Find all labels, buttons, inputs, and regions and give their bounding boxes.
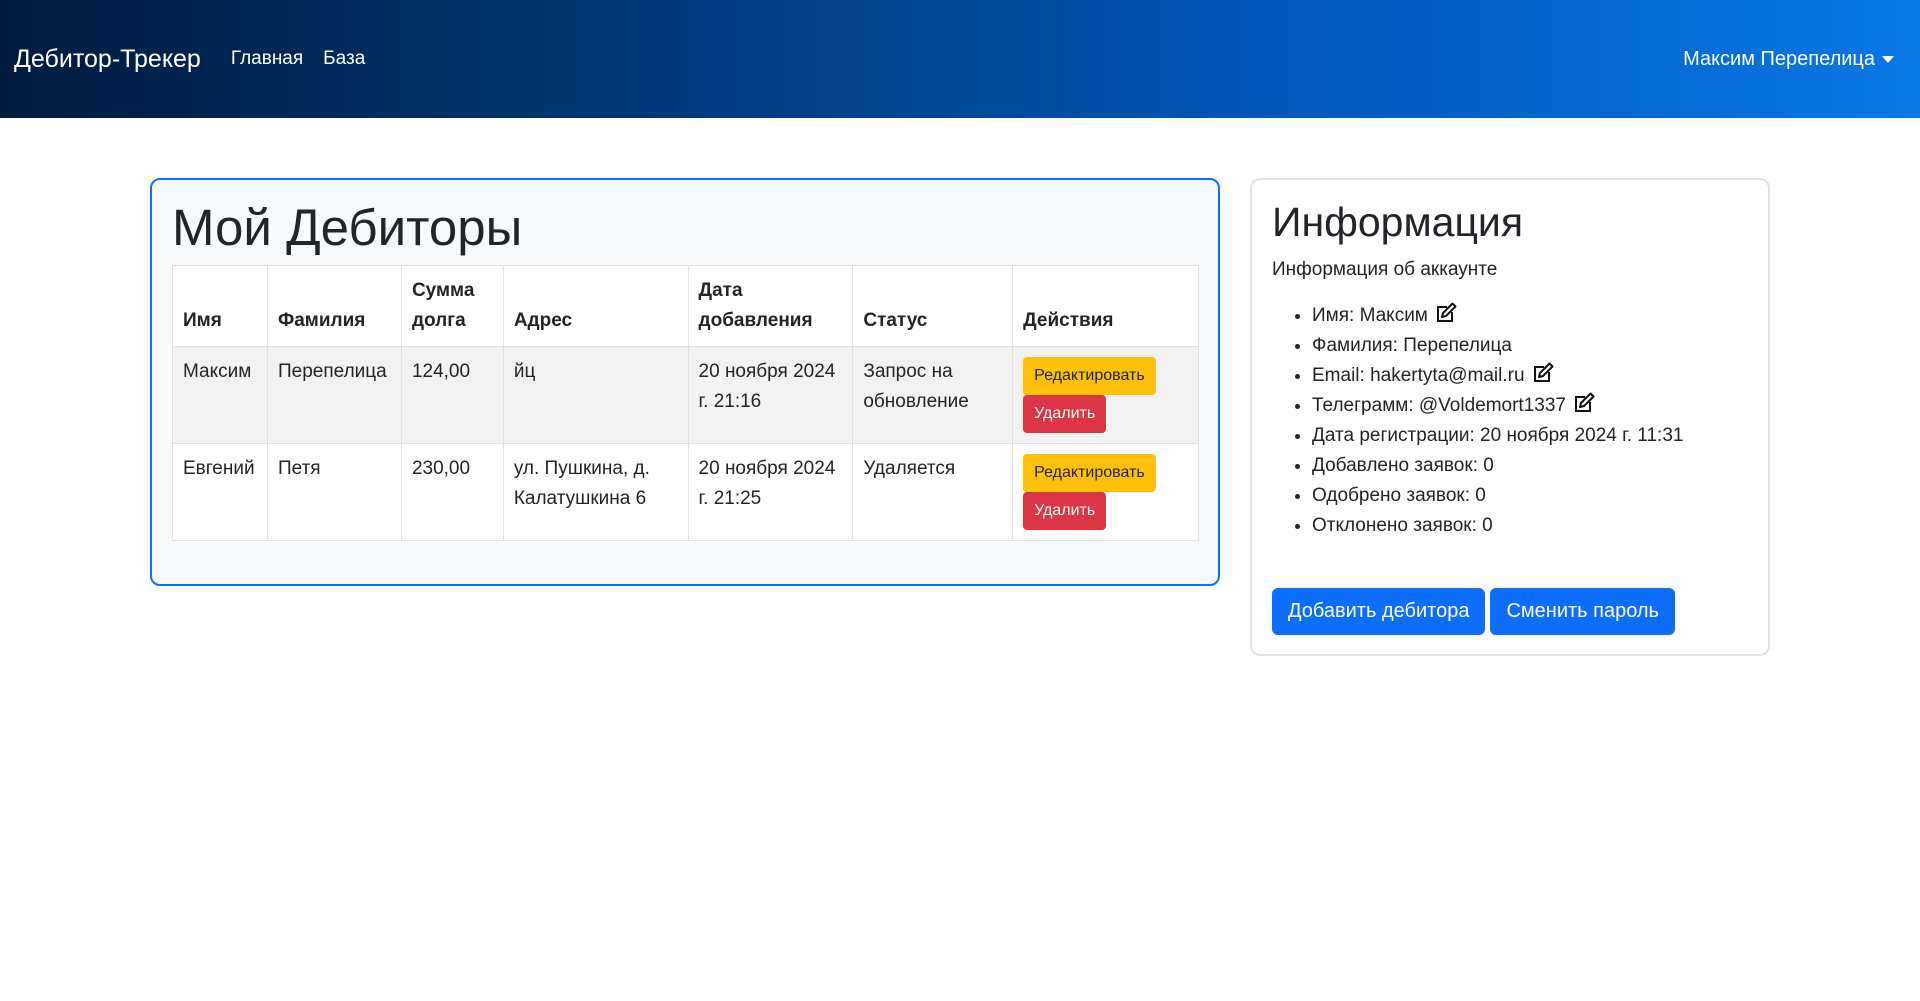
cell-actions: Редактировать Удалить: [1012, 443, 1199, 541]
list-item: Телеграмм: @Voldemort1337: [1312, 391, 1748, 421]
info-rejected-count: Отклонено заявок: 0: [1312, 515, 1493, 536]
cell-first-name: Евгений: [172, 443, 268, 541]
cell-last-name: Перепелица: [266, 346, 402, 444]
cell-amount: 230,00: [400, 443, 504, 541]
info-approved-count: Одобрено заявок: 0: [1312, 485, 1486, 506]
info-last-name: Фамилия: Перепелица: [1312, 335, 1512, 356]
caret-down-icon: [1882, 55, 1894, 63]
cell-amount: 124,00: [400, 346, 504, 444]
info-card: Информация Информация об аккаунте Имя: М…: [1250, 178, 1770, 656]
info-title: Информация: [1272, 199, 1524, 245]
debtors-card: Мой Дебиторы Имя Фамилия Сумма долга Адр…: [150, 178, 1220, 586]
table-header-row: Имя Фамилия Сумма долга Адрес Дата добав…: [172, 265, 1199, 347]
cell-first-name: Максим: [172, 346, 268, 444]
column-header-last-name: Фамилия: [266, 265, 402, 347]
table-row: Евгений Петя 230,00 ул. Пушкина, д. Кала…: [172, 443, 1199, 541]
list-item: Фамилия: Перепелица: [1312, 331, 1748, 361]
column-header-date: Дата добавления: [687, 265, 854, 347]
navbar: Дебитор-Трекер Главная База Максим Переп…: [0, 0, 1920, 118]
cell-actions: Редактировать Удалить: [1012, 346, 1199, 444]
column-header-address: Адрес: [502, 265, 689, 347]
cell-last-name: Петя: [266, 443, 402, 541]
delete-button[interactable]: Удалить: [1023, 395, 1107, 433]
cell-status: Удаляется: [852, 443, 1014, 541]
edit-icon[interactable]: [1531, 361, 1555, 385]
table-row: Максим Перепелица 124,00 йц 20 ноября 20…: [172, 346, 1199, 444]
column-header-status: Статус: [852, 265, 1014, 347]
cell-status: Запрос на обновление: [852, 346, 1014, 444]
info-telegram: Телеграмм: @Voldemort1337: [1312, 395, 1566, 416]
column-header-amount: Сумма долга: [400, 265, 504, 347]
account-info-list: Имя: Максим Фамилия: Перепелица Email: h…: [1272, 301, 1748, 541]
add-debtor-button[interactable]: Добавить дебитора: [1272, 588, 1486, 635]
info-buttons: Добавить дебитора Сменить пароль: [1272, 588, 1675, 635]
brand-link[interactable]: Дебитор-Трекер: [14, 45, 201, 74]
debtors-title: Мой Дебиторы: [172, 199, 523, 256]
list-item: Имя: Максим: [1312, 301, 1748, 331]
info-added-count: Добавлено заявок: 0: [1312, 455, 1494, 476]
debtors-table: Имя Фамилия Сумма долга Адрес Дата добав…: [172, 265, 1199, 541]
change-password-button[interactable]: Сменить пароль: [1490, 588, 1675, 635]
info-subtitle: Информация об аккаунте: [1272, 259, 1498, 280]
nav-link-base[interactable]: База: [323, 48, 365, 70]
edit-icon[interactable]: [1572, 391, 1596, 415]
nav-link-home[interactable]: Главная: [231, 48, 303, 70]
info-email: Email: hakertyta@mail.ru: [1312, 365, 1525, 386]
delete-button[interactable]: Удалить: [1023, 492, 1107, 530]
edit-icon[interactable]: [1434, 301, 1458, 325]
edit-button[interactable]: Редактировать: [1023, 357, 1156, 395]
edit-button[interactable]: Редактировать: [1023, 454, 1156, 492]
info-first-name: Имя: Максим: [1312, 305, 1428, 326]
list-item: Одобрено заявок: 0: [1312, 481, 1748, 511]
list-item: Email: hakertyta@mail.ru: [1312, 361, 1748, 391]
column-header-actions: Действия: [1012, 265, 1199, 347]
cell-date: 20 ноября 2024 г. 21:25: [687, 443, 854, 541]
user-name: Максим Перепелица: [1683, 47, 1875, 70]
list-item: Добавлено заявок: 0: [1312, 451, 1748, 481]
list-item: Отклонено заявок: 0: [1312, 511, 1748, 541]
column-header-first-name: Имя: [172, 265, 268, 347]
list-item: Дата регистрации: 20 ноября 2024 г. 11:3…: [1312, 421, 1748, 451]
cell-address: ул. Пушкина, д. Калатушкина 6: [502, 443, 689, 541]
user-menu-dropdown[interactable]: Максим Перепелица: [1683, 0, 1894, 118]
cell-date: 20 ноября 2024 г. 21:16: [687, 346, 854, 444]
info-registration-date: Дата регистрации: 20 ноября 2024 г. 11:3…: [1312, 425, 1684, 446]
cell-address: йц: [502, 346, 689, 444]
